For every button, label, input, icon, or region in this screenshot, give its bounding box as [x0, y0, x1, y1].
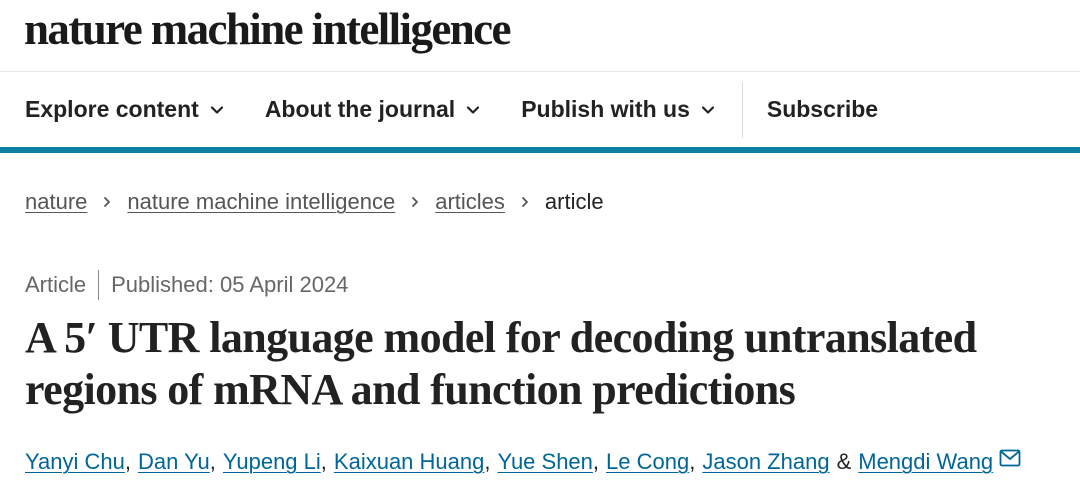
author-conjunction: &	[836, 449, 852, 474]
breadcrumb-articles[interactable]: articles	[435, 189, 505, 215]
journal-logo[interactable]: nature machine intelligence	[24, 7, 512, 52]
author-link[interactable]: Le Cong	[606, 449, 689, 475]
author-separator: ,	[320, 449, 327, 474]
published-date: Published: 05 April 2024	[111, 272, 349, 297]
chevron-down-icon	[467, 105, 480, 114]
article-meta: Article Published: 05 April 2024	[25, 270, 348, 300]
author-link[interactable]: Yue Shen	[497, 449, 592, 475]
nav-explore-content[interactable]: Explore content	[25, 96, 225, 123]
nav-divider	[741, 81, 743, 138]
article-title: A 5′ UTR language model for decoding unt…	[25, 313, 977, 414]
author-separator: ,	[689, 449, 696, 474]
breadcrumb: nature nature machine intelligence artic…	[25, 189, 604, 215]
corresponding-author-link[interactable]: Mengdi Wang	[858, 449, 993, 475]
breadcrumb-current: article	[544, 189, 604, 214]
author-separator: ,	[209, 449, 216, 474]
chevron-down-icon	[210, 105, 223, 114]
subscribe-link[interactable]: Subscribe	[767, 96, 878, 123]
breadcrumb-nature[interactable]: nature	[25, 189, 87, 215]
mail-icon[interactable]	[999, 449, 1021, 467]
chevron-right-icon	[522, 197, 528, 207]
article-page: nature machine intelligence Explore cont…	[0, 0, 1080, 494]
author-separator: ,	[124, 449, 131, 474]
site-header: nature machine intelligence	[0, 0, 1080, 72]
nav-about-the-journal-label: About the journal	[264, 96, 456, 122]
article-type: Article	[25, 272, 87, 297]
author-link[interactable]: Jason Zhang	[702, 449, 829, 475]
nav-publish-with-us-label: Publish with us	[521, 96, 690, 122]
author-separator: ,	[484, 449, 491, 474]
breadcrumb-journal[interactable]: nature machine intelligence	[127, 189, 395, 215]
chevron-right-icon	[412, 197, 419, 207]
author-link[interactable]: Dan Yu	[138, 449, 210, 475]
author-separator: ,	[592, 449, 600, 474]
author-link[interactable]: Yanyi Chu	[25, 449, 125, 475]
chevron-down-icon	[701, 105, 714, 114]
author-list: Yanyi Chu, Dan Yu, Yupeng Li, Kaixuan Hu…	[25, 449, 1021, 475]
meta-divider	[98, 270, 100, 300]
nav-about-the-journal[interactable]: About the journal	[265, 96, 481, 123]
nav-publish-with-us[interactable]: Publish with us	[521, 96, 716, 123]
nav-explore-content-label: Explore content	[25, 96, 199, 122]
chevron-right-icon	[104, 197, 111, 207]
author-link[interactable]: Yupeng Li	[223, 449, 321, 475]
author-link[interactable]: Kaixuan Huang	[334, 449, 484, 475]
main-navigation: Explore content About the journal Publis…	[0, 72, 1080, 153]
